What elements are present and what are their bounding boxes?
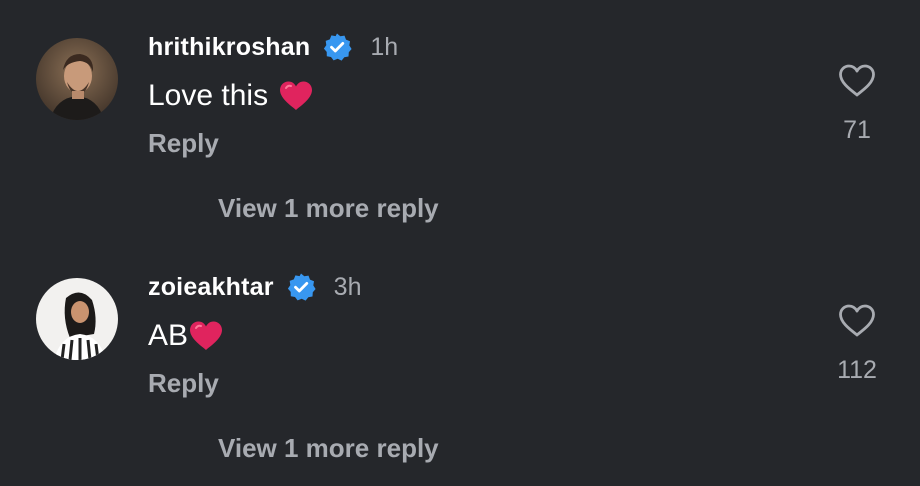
username[interactable]: zoieakhtar [148,273,274,302]
avatar[interactable] [36,38,118,120]
reply-button[interactable]: Reply [148,368,219,399]
comment-body: AB [148,319,189,352]
view-more-replies-button[interactable]: View 1 more reply [218,193,439,224]
comment-item: hrithikroshan 1h Love this Reply 71 View… [0,0,920,240]
username[interactable]: hrithikroshan [148,33,310,62]
reply-button[interactable]: Reply [148,128,219,159]
red-heart-emoji [278,80,314,112]
heart-outline-icon[interactable] [838,304,876,338]
like-count: 112 [837,356,877,384]
comment-item: zoieakhtar 3h AB Reply 112 View 1 more r… [0,240,920,480]
heart-outline-icon[interactable] [838,64,876,98]
comments-screen: hrithikroshan 1h Love this Reply 71 View… [0,0,920,486]
timestamp: 3h [333,272,362,301]
comment-header: hrithikroshan 1h [148,30,398,64]
avatar-image [36,38,118,120]
comment-text: Love this [148,76,314,116]
comment-header: zoieakhtar 3h [148,270,361,304]
view-more-replies-button[interactable]: View 1 more reply [218,433,439,464]
comment-text: AB [148,316,224,356]
avatar-image [36,278,118,360]
verified-badge-icon [286,272,316,302]
avatar[interactable] [36,278,118,360]
verified-badge-icon [322,32,352,62]
red-heart-emoji [188,320,224,352]
comment-body: Love this [148,79,269,112]
like-count: 71 [843,116,871,144]
timestamp: 1h [370,32,399,61]
